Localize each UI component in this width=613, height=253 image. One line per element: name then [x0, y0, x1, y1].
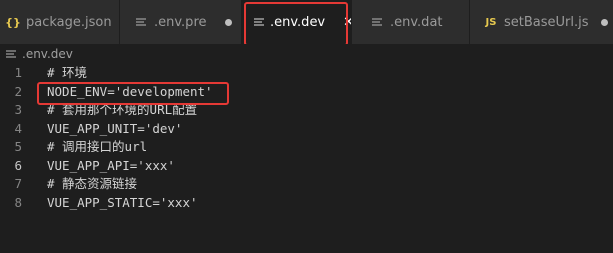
- file-lines-icon: [134, 17, 148, 27]
- tab-label: setBaseUrl.js: [504, 14, 589, 30]
- tab-env-pre[interactable]: .env.pre: [120, 0, 242, 44]
- unsaved-dot-icon[interactable]: [600, 18, 608, 26]
- tab-label: .env.pre: [154, 14, 207, 30]
- line-number: 8: [14, 194, 22, 210]
- code-line: 7 # 静态资源链接: [0, 175, 613, 194]
- line-number: 3: [14, 102, 22, 117]
- tab-env-dat[interactable]: .env.dat: [352, 0, 470, 44]
- code-line: 5 # 调用接口的url: [0, 138, 613, 157]
- tab-env-dev[interactable]: .env.dev ✕: [242, 0, 352, 44]
- code-editor[interactable]: 1 # 环境 2 NODE_ENV='development' 3 # 套用那个环境的…: [0, 64, 613, 253]
- code-text: VUE_APP_UNIT='dev': [47, 120, 183, 136]
- code-line: 3 # 套用那个环境的URL配置: [0, 101, 613, 120]
- file-lines-icon: [4, 49, 18, 59]
- code-text: # 套用那个环境的URL配置: [47, 102, 198, 117]
- code-text: NODE_ENV='development': [47, 83, 213, 99]
- line-number: 2: [14, 83, 22, 99]
- tab-label: package.json: [26, 14, 112, 30]
- line-number: 6: [14, 157, 22, 173]
- tab-label: .env.dat: [390, 14, 443, 30]
- line-number: 5: [14, 139, 22, 154]
- tab-label: .env.dev: [270, 14, 326, 30]
- code-text: VUE_APP_STATIC='xxx': [47, 194, 198, 210]
- tab-package-json[interactable]: {} package.json: [0, 0, 120, 44]
- code-line: 1 # 环境: [0, 64, 613, 83]
- code-line: 2 NODE_ENV='development': [0, 83, 613, 102]
- js-icon: JS: [485, 16, 497, 28]
- json-braces-icon: {}: [5, 15, 21, 29]
- editor-tab-bar: {} package.json .env.pre .env.dev ✕ .env…: [0, 0, 613, 44]
- code-text: # 环境: [47, 65, 88, 80]
- breadcrumb: .env.dev: [0, 44, 613, 64]
- code-line: 8 VUE_APP_STATIC='xxx': [0, 194, 613, 213]
- tab-setbaseurl-js[interactable]: JS setBaseUrl.js: [470, 0, 613, 44]
- file-lines-icon: [370, 17, 384, 27]
- code-line: 4 VUE_APP_UNIT='dev': [0, 120, 613, 139]
- line-number: 1: [14, 65, 22, 80]
- line-number: 4: [14, 120, 22, 136]
- code-line-current: 6 VUE_APP_API='xxx': [0, 157, 613, 176]
- code-text: VUE_APP_API='xxx': [47, 157, 175, 173]
- close-icon[interactable]: ✕: [343, 15, 351, 30]
- code-text: # 静态资源链接: [47, 176, 138, 191]
- unsaved-dot-icon[interactable]: [224, 18, 232, 26]
- breadcrumb-item[interactable]: .env.dev: [22, 47, 73, 61]
- file-lines-icon: [254, 17, 264, 27]
- line-number: 7: [14, 176, 22, 191]
- code-text: # 调用接口的url: [47, 139, 148, 154]
